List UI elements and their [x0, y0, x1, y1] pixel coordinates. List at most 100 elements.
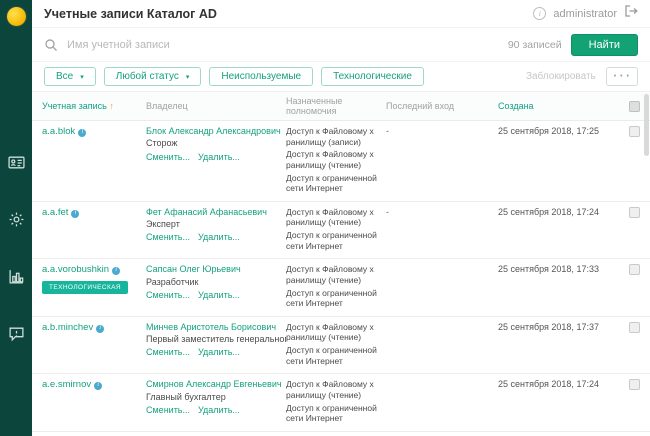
change-owner-link[interactable]: Сменить... [146, 290, 190, 301]
column-header-last-login: Последний вход [386, 101, 498, 111]
owner-link[interactable]: Фет Афанасий Афанасьевич [146, 207, 286, 218]
reports-icon[interactable] [8, 268, 25, 285]
owner-link[interactable]: Блок Александр Александрович [146, 126, 286, 137]
settings-icon[interactable] [8, 211, 25, 228]
column-header-created[interactable]: Создана [498, 101, 610, 111]
records-count: 90 записей [508, 39, 562, 51]
owner-position: Главный бухгалтер [146, 392, 286, 403]
filter-tech-toggle[interactable]: Технологические [321, 67, 424, 86]
owner-link[interactable]: Смирнов Александр Евгеньевич [146, 379, 286, 390]
search-bar: 90 записей Найти [32, 28, 650, 62]
owner-cell: Блок Александр Александрович Сторож Смен… [146, 126, 286, 163]
chevron-down-icon: ▾ [186, 73, 190, 81]
accounts-icon[interactable] [8, 154, 25, 171]
owner-cell: Смирнов Александр Евгеньевич Главный бух… [146, 379, 286, 416]
column-header-permissions: Назначенные полномочия [286, 96, 386, 116]
account-link[interactable]: a.a.fet [42, 207, 68, 218]
permissions-cell: Доступ к Файловому хранилищу (записи) Дос… [286, 126, 386, 196]
owner-cell: Минчев Аристотель Борисович Первый замес… [146, 322, 286, 359]
account-link[interactable]: a.b.minchev [42, 322, 93, 333]
row-checkbox[interactable] [629, 322, 640, 333]
column-header-owner: Владелец [146, 101, 286, 111]
column-header-account[interactable]: Учетная запись ↑ [42, 101, 146, 111]
last-login-cell: - [386, 207, 498, 218]
delete-owner-link[interactable]: Удалить... [198, 347, 240, 358]
scrollbar-thumb[interactable] [644, 94, 649, 156]
status-dropdown-label: Любой статус [116, 71, 179, 82]
row-checkbox[interactable] [629, 379, 640, 390]
select-all-checkbox[interactable] [629, 101, 640, 112]
delete-owner-link[interactable]: Удалить... [198, 290, 240, 301]
permissions-cell: Доступ к Файловому хранилищу (чтение)Дос… [286, 322, 386, 369]
table-row: a.a.feti Фет Афанасий Афанасьевич Экспер… [32, 202, 650, 260]
topbar: Учетные записи Каталог AD i administrato… [32, 0, 650, 28]
row-checkbox[interactable] [629, 126, 640, 137]
owner-link[interactable]: Сапсан Олег Юрьевич [146, 264, 286, 275]
owner-link[interactable]: Минчев Аристотель Борисович [146, 322, 286, 333]
table-row: a.a.vorobushkini ТЕХНОЛОГИЧЕСКАЯ Сапсан … [32, 259, 650, 317]
app-logo[interactable] [7, 7, 26, 26]
delete-owner-link[interactable]: Удалить... [198, 232, 240, 243]
created-cell: 25 сентября 2018, 17:24 [498, 379, 610, 390]
permission-item: Доступ к Файловому хранилищу (чтение) [286, 264, 378, 285]
search-icon [44, 38, 58, 52]
filter-unused-toggle[interactable]: Неиспользуемые [209, 67, 313, 86]
account-link[interactable]: a.e.smirnov [42, 379, 91, 390]
permission-item: Доступ к Файловому хранилищу (чтение) [286, 207, 378, 228]
account-info-icon[interactable]: i [71, 210, 79, 218]
account-cell: a.b.minchevi [42, 322, 146, 334]
username-label: administrator [553, 8, 617, 20]
last-login-cell: - [386, 126, 498, 137]
created-cell: 25 сентября 2018, 17:24 [498, 207, 610, 218]
permissions-cell: Доступ к Файловому хранилищу (чтение) Дос… [286, 264, 386, 311]
permission-item: Доступ к ограниченной сети Интернет [286, 230, 378, 251]
permission-item: Доступ к ограниченной сети Интернет [286, 403, 378, 424]
filter-bar: Все ▾ Любой статус ▾ Неиспользуемые Техн… [32, 62, 650, 92]
owner-position: Первый заместитель генерального ди [146, 334, 286, 345]
table-row: a.e.yackivi Яцкив Андрей Эдуардович Нача… [32, 432, 650, 436]
scope-dropdown[interactable]: Все ▾ [44, 67, 96, 86]
main-area: Учетные записи Каталог AD i administrato… [32, 0, 650, 436]
page-title: Учетные записи Каталог AD [44, 7, 217, 21]
permission-item: Доступ к Файловому хранилищу (записи) [286, 126, 378, 147]
permission-item: Доступ к ограниченной сети Интернет [286, 173, 378, 194]
permission-item: Доступ к ограниченной сети Интернет [286, 345, 378, 366]
alerts-icon[interactable] [8, 325, 25, 342]
more-actions-button[interactable]: • • • [606, 67, 638, 86]
change-owner-link[interactable]: Сменить... [146, 347, 190, 358]
table-row: a.a.bloki Блок Александр Александрович С… [32, 121, 650, 202]
account-info-icon[interactable]: i [96, 325, 104, 333]
table-row: a.e.smirnovi Смирнов Александр Евгеньеви… [32, 374, 650, 432]
owner-cell: Сапсан Олег Юрьевич Разработчик Сменить.… [146, 264, 286, 301]
change-owner-link[interactable]: Сменить... [146, 232, 190, 243]
permission-item: Доступ к ограниченной сети Интернет [286, 288, 378, 309]
scrollbar [644, 94, 649, 434]
sidebar [0, 0, 32, 436]
permissions-cell: Доступ к Файловому хранилищу (чтение)Дос… [286, 379, 386, 426]
table-body: a.a.bloki Блок Александр Александрович С… [32, 121, 650, 436]
logout-icon[interactable] [624, 4, 638, 23]
filter-actions: Заблокировать • • • [526, 67, 638, 86]
row-checkbox[interactable] [629, 264, 640, 275]
account-info-icon[interactable]: i [112, 267, 120, 275]
delete-owner-link[interactable]: Удалить... [198, 405, 240, 416]
status-dropdown[interactable]: Любой статус ▾ [104, 67, 202, 86]
account-info-icon[interactable]: i [78, 129, 86, 137]
change-owner-link[interactable]: Сменить... [146, 405, 190, 416]
account-cell: a.e.smirnovi [42, 379, 146, 391]
change-owner-link[interactable]: Сменить... [146, 152, 190, 163]
tech-badge: ТЕХНОЛОГИЧЕСКАЯ [42, 281, 128, 294]
account-info-icon[interactable]: i [94, 382, 102, 390]
account-cell: a.a.feti [42, 207, 146, 219]
sort-asc-icon: ↑ [109, 101, 114, 111]
delete-owner-link[interactable]: Удалить... [198, 152, 240, 163]
row-checkbox[interactable] [629, 207, 640, 218]
block-button[interactable]: Заблокировать [526, 71, 596, 82]
account-link[interactable]: a.a.vorobushkin [42, 264, 109, 275]
search-input[interactable] [67, 39, 499, 51]
account-link[interactable]: a.a.blok [42, 126, 75, 137]
user-info-icon[interactable]: i [533, 7, 546, 20]
created-cell: 25 сентября 2018, 17:33 [498, 264, 610, 275]
scope-dropdown-label: Все [56, 71, 73, 82]
find-button[interactable]: Найти [571, 34, 638, 56]
